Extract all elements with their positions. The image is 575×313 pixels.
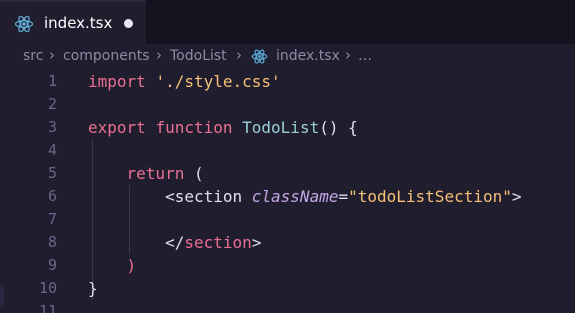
code-line[interactable]: 7 xyxy=(0,208,575,231)
code-token: TodoList xyxy=(242,118,320,137)
react-icon xyxy=(251,48,268,69)
breadcrumb-item-components[interactable]: components xyxy=(63,48,150,64)
code-line[interactable]: 2 xyxy=(0,93,575,116)
code-token: > xyxy=(511,187,522,206)
breadcrumb: src › components › TodoList › index.tsx … xyxy=(0,44,575,70)
code-token: './style.css' xyxy=(155,72,281,91)
code-line[interactable]: 10} xyxy=(0,277,575,300)
code-token: className xyxy=(251,187,339,206)
line-number: 8 xyxy=(47,233,57,251)
code-token: section xyxy=(184,233,252,252)
chevron-right-icon: › xyxy=(236,46,242,64)
breadcrumb-item-index-tsx[interactable]: index.tsx xyxy=(276,48,340,64)
tab-label: index.tsx xyxy=(44,14,113,32)
gutter-marker xyxy=(0,285,4,307)
code-token: () { xyxy=(319,118,358,137)
line-number: 3 xyxy=(47,118,57,136)
code-token: section xyxy=(174,187,252,206)
code-line[interactable]: 9 ) xyxy=(0,254,575,277)
code-token: ) xyxy=(88,256,137,275)
code-line[interactable]: 6 <section className="todoListSection"> xyxy=(0,185,575,208)
code-line[interactable]: 4 xyxy=(0,139,575,162)
line-number: 6 xyxy=(47,187,57,205)
code-token: </ xyxy=(88,233,185,252)
code-text: export function TodoList() { xyxy=(88,116,358,139)
code-line[interactable]: 1 import './style.css' xyxy=(0,70,575,93)
line-number: 5 xyxy=(47,164,57,182)
code-line[interactable]: 11 xyxy=(0,300,575,313)
code-text: import './style.css' xyxy=(88,70,281,93)
chevron-right-icon: › xyxy=(156,46,162,64)
react-icon xyxy=(14,14,34,38)
breadcrumb-item-more[interactable]: … xyxy=(358,48,372,64)
line-number: 1 xyxy=(47,72,57,90)
line-number: 10 xyxy=(38,279,57,297)
code-editor[interactable]: 1 import './style.css' 2 3 export function T… xyxy=(0,70,575,313)
code-text: return ( xyxy=(88,162,204,185)
code-line[interactable]: 3 export function TodoList() { xyxy=(0,116,575,139)
code-token: "todoListSection" xyxy=(348,187,512,206)
code-token: } xyxy=(88,279,98,298)
unsaved-changes-dot-icon[interactable] xyxy=(124,19,133,28)
code-line[interactable]: 5 return ( xyxy=(0,162,575,185)
line-number: 2 xyxy=(47,95,57,113)
line-number: 4 xyxy=(47,141,57,159)
code-token: = xyxy=(338,187,349,206)
code-text: </section> xyxy=(88,231,261,254)
breadcrumb-item-src[interactable]: src xyxy=(23,48,43,64)
breadcrumb-item-todolist[interactable]: TodoList xyxy=(170,48,227,64)
chevron-right-icon: › xyxy=(49,46,55,64)
code-line[interactable]: 8 </section> xyxy=(0,231,575,254)
tab-index-tsx[interactable]: index.tsx xyxy=(0,0,146,44)
code-token: > xyxy=(251,233,262,252)
code-text: <section className="todoListSection"> xyxy=(88,185,522,208)
code-token: export xyxy=(88,118,156,137)
code-text: } xyxy=(88,277,98,300)
code-token: import xyxy=(88,72,156,91)
tab-bar: index.tsx xyxy=(0,0,575,44)
line-number: 11 xyxy=(38,302,57,313)
chevron-right-icon: › xyxy=(345,46,351,64)
code-token: return xyxy=(88,164,194,183)
line-number: 7 xyxy=(47,210,57,228)
code-token: ( xyxy=(193,164,204,183)
code-token: < xyxy=(88,187,175,206)
line-number: 9 xyxy=(47,256,57,274)
code-text: ) xyxy=(88,254,137,277)
code-token: function xyxy=(155,118,243,137)
